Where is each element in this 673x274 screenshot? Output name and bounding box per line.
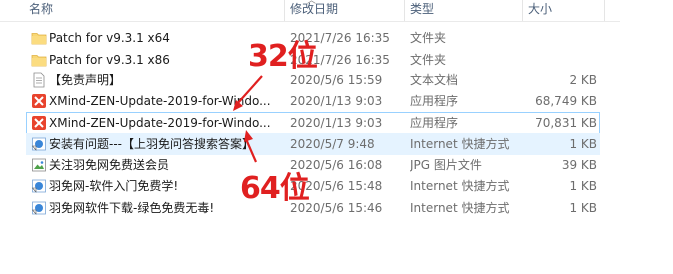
file-type: 文件夹 [410, 53, 447, 67]
folder-icon [31, 33, 47, 45]
file-type: 应用程序 [410, 116, 459, 130]
file-size: 70,831 KB [535, 116, 597, 130]
column-date[interactable]: 修改日期 [284, 0, 404, 21]
file-row[interactable]: XMind-ZEN-Update-2019-for-Windo... 2020/… [26, 90, 600, 112]
file-name: 安装有问题---【上羽免问答搜索答案】 [49, 137, 254, 151]
file-size: 2 KB [569, 73, 597, 87]
file-date: 2020/1/13 9:03 [290, 94, 383, 108]
file-row[interactable]: XMind-ZEN-Update-2019-for-Windo... 2020/… [26, 112, 600, 134]
internet-shortcut-icon [31, 201, 46, 215]
annotation-32-label: 32位 [248, 39, 318, 74]
file-row[interactable]: 羽免网-软件入门免费学! 2020/5/6 15:48 Internet 快捷方… [26, 175, 600, 197]
file-size: 1 KB [569, 137, 597, 151]
internet-shortcut-icon [31, 179, 46, 193]
file-type: Internet 快捷方式 [410, 179, 510, 193]
text-document-icon [33, 72, 45, 88]
file-type: Internet 快捷方式 [410, 137, 510, 151]
file-date: 2020/1/13 9:03 [290, 116, 383, 130]
jpg-image-icon [32, 158, 46, 172]
column-size[interactable]: 大小 [522, 0, 604, 21]
file-date: 2020/5/7 9:48 [290, 137, 375, 151]
file-size: 1 KB [569, 179, 597, 193]
internet-shortcut-icon [31, 137, 46, 151]
file-type: 应用程序 [410, 94, 459, 108]
xmind-app-icon [32, 116, 46, 130]
column-header: ︿ 名称 修改日期 类型 大小 [0, 0, 673, 22]
file-type: 文件夹 [410, 31, 447, 45]
file-row[interactable]: 关注羽免网免费送会员 2020/5/6 16:08 JPG 图片文件 39 KB [26, 154, 600, 176]
file-type: Internet 快捷方式 [410, 201, 510, 215]
file-type: 文本文档 [410, 73, 459, 87]
folder-icon [31, 55, 47, 67]
file-row[interactable]: 羽免网软件下载-绿色免费无毒! 2020/5/6 15:46 Internet … [26, 197, 600, 219]
file-type: JPG 图片文件 [410, 158, 482, 172]
file-size [527, 50, 597, 70]
annotation-64-label: 64位 [240, 171, 310, 206]
xmind-app-icon [32, 94, 46, 108]
file-name: XMind-ZEN-Update-2019-for-Windo... [49, 94, 271, 108]
column-type[interactable]: 类型 [404, 0, 522, 21]
header-divider [0, 21, 620, 22]
file-row[interactable]: 安装有问题---【上羽免问答搜索答案】 2020/5/7 9:48 Intern… [26, 133, 600, 155]
column-name[interactable]: 名称 [23, 0, 283, 21]
column-divider[interactable] [604, 0, 605, 21]
file-size: 1 KB [569, 201, 597, 215]
file-size [527, 28, 597, 48]
file-size: 68,749 KB [535, 94, 597, 108]
file-size: 39 KB [561, 158, 597, 172]
file-name: XMind-ZEN-Update-2019-for-Windo... [49, 116, 271, 130]
